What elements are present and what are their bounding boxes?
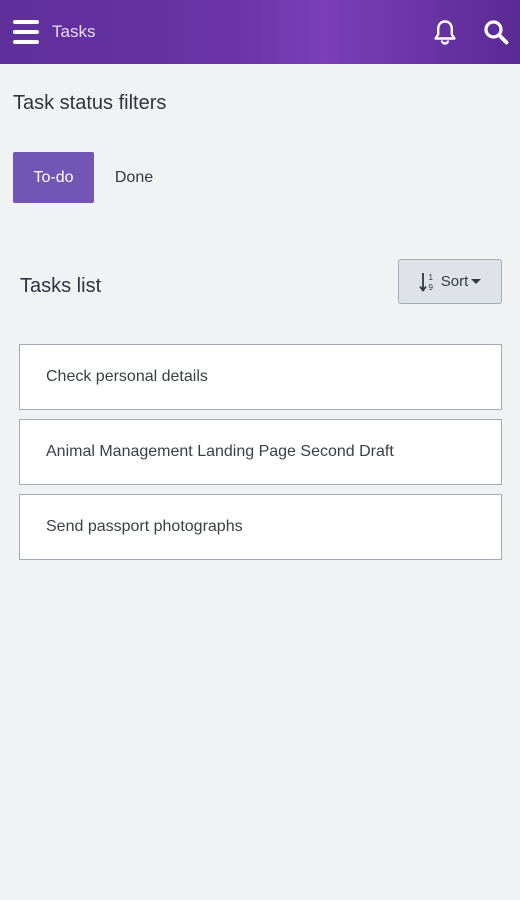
app-title: Tasks	[52, 22, 96, 41]
sort-numeric-ascending-icon: 1 9	[419, 271, 437, 293]
task-item-send-passport-photographs[interactable]: Send passport photographs	[19, 494, 502, 560]
svg-text:9: 9	[428, 283, 433, 292]
filters-heading: Task status filters	[13, 92, 167, 114]
bell-icon[interactable]	[431, 18, 459, 46]
hamburger-menu-icon[interactable]	[13, 20, 39, 44]
tasks-list-heading: Tasks list	[20, 275, 102, 297]
task-item-landing-page-draft[interactable]: Animal Management Landing Page Second Dr…	[19, 419, 502, 485]
svg-text:1: 1	[428, 273, 433, 282]
sort-label: Sort	[440, 273, 469, 290]
sort-button[interactable]: 1 9 Sort	[398, 259, 502, 304]
caret-down-icon	[471, 279, 482, 284]
task-list: Check personal details Animal Management…	[19, 344, 502, 569]
filter-done-button[interactable]: Done	[96, 152, 172, 203]
filter-todo-button[interactable]: To-do	[13, 152, 94, 203]
task-item-check-personal-details[interactable]: Check personal details	[19, 344, 502, 410]
app-bar: Tasks	[0, 0, 520, 64]
search-icon[interactable]	[482, 18, 510, 46]
